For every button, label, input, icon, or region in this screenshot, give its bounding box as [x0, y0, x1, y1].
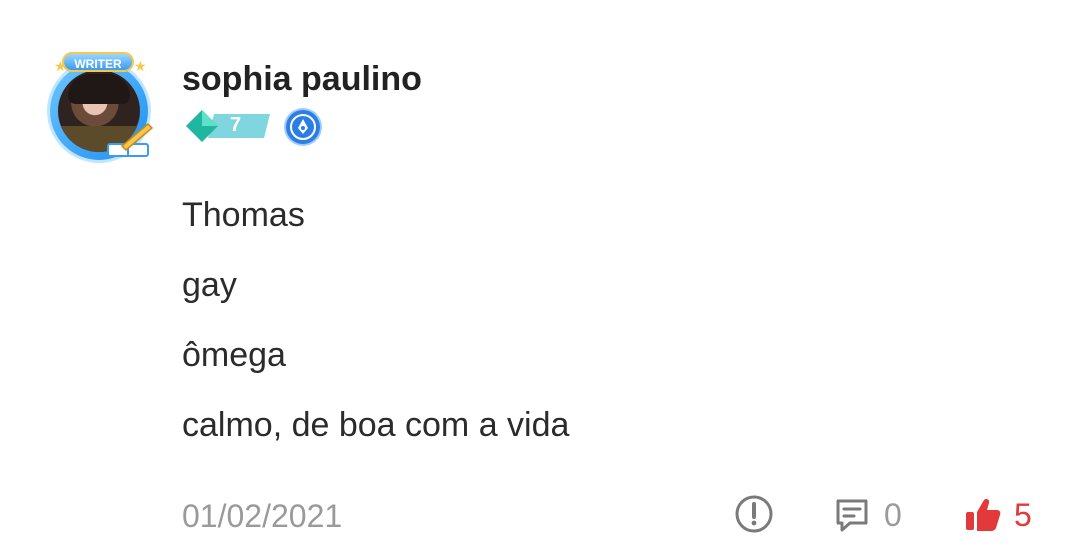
post-line: Thomas [182, 196, 305, 234]
post-line: gay [182, 266, 237, 304]
star-icon: ★ [54, 58, 67, 74]
post-line: calmo, de boa com a vida [182, 406, 570, 444]
comment-icon [836, 499, 868, 532]
author-avatar[interactable]: WRITER ★ ★ [42, 52, 158, 168]
like-count: 5 [1014, 496, 1032, 533]
pen-nib-icon [290, 114, 316, 140]
thumbs-up-icon [966, 499, 1001, 531]
post-line: ômega [182, 336, 286, 374]
writer-frame-label: WRITER [62, 52, 134, 72]
comment-count: 0 [884, 496, 902, 533]
level-badge[interactable]: 7 [186, 110, 272, 142]
report-button[interactable] [734, 494, 774, 534]
like-button[interactable]: 5 [964, 495, 1032, 535]
writer-title-badge[interactable] [286, 110, 320, 144]
level-diamond-icon [186, 110, 270, 142]
author-name[interactable]: sophia paulino [182, 60, 422, 99]
star-icon: ★ [134, 58, 147, 74]
post-date: 01/02/2021 [182, 498, 343, 534]
report-icon [735, 495, 773, 533]
quill-book-icon [107, 122, 154, 157]
level-number: 7 [230, 114, 242, 136]
comment-button[interactable]: 0 [832, 495, 902, 535]
